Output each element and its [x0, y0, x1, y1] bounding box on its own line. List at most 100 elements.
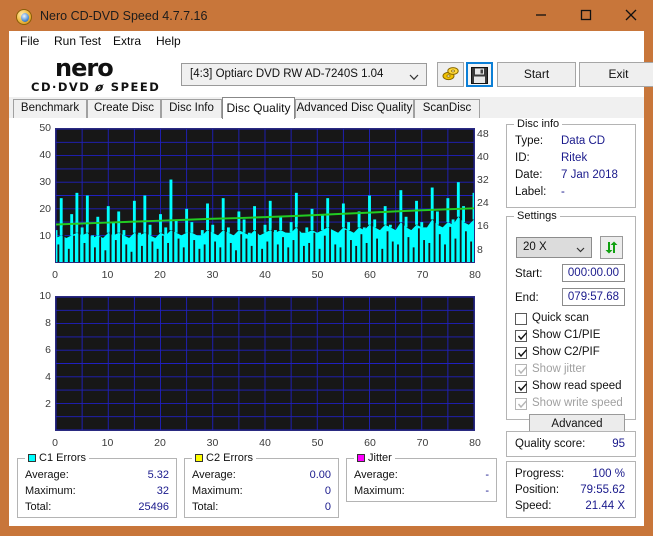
settings-group: Settings 20 X Start: 000:00.00 End: 079:… [506, 210, 636, 434]
checkmark-icon [517, 349, 528, 358]
jitter-legend-text: Jitter [368, 452, 392, 464]
position-label: Position: [515, 484, 560, 496]
toolbar: nero CD·DVD ø SPEED [4:3] Optiarc DVD RW… [9, 53, 653, 98]
app-icon [16, 9, 32, 25]
x-tick: 70 [416, 269, 429, 281]
drive-selector[interactable]: [4:3] Optiarc DVD RW AD-7240S 1.04 [181, 63, 427, 86]
jitter-average-label: Average: [354, 469, 398, 481]
c1-maximum-value: 32 [156, 485, 169, 497]
c2-maximum-label: Maximum: [192, 485, 243, 497]
x-tick: 50 [311, 269, 324, 281]
progress-value: 100 % [592, 468, 625, 480]
c1-chart-x-axis: 0 10 20 30 40 50 60 70 80 [52, 267, 481, 283]
refresh-arrows-icon [605, 241, 618, 254]
save-button[interactable] [466, 62, 493, 87]
x-tick: 60 [364, 269, 376, 281]
c1-chart-canvas [54, 128, 478, 263]
c1-errors-chart: 50 40 30 20 10 48 40 32 24 16 8 0 10 20 [17, 120, 497, 285]
jitter-average-value: - [485, 469, 489, 481]
c2-average-label: Average: [192, 469, 236, 481]
x-tick: 10 [101, 269, 114, 281]
scan-end-field[interactable]: 079:57.68 [562, 288, 625, 306]
eject-disc-icon [442, 67, 459, 81]
disc-date-value: 7 Jan 2018 [561, 169, 618, 181]
c2-maximum-value: 0 [324, 485, 331, 497]
speed-selector-value: 20 X [523, 241, 547, 253]
chevron-down-icon [576, 244, 585, 256]
refresh-button[interactable] [600, 236, 623, 259]
menu-help[interactable]: Help [151, 34, 186, 50]
menu-run-test[interactable]: Run Test [49, 34, 106, 50]
table-row: Average: - [354, 469, 489, 483]
y-tick: 8 [45, 317, 51, 329]
start-button[interactable]: Start [497, 62, 576, 87]
jitter-legend: Jitter [354, 452, 395, 464]
minimize-button[interactable] [518, 0, 563, 30]
y2-tick: 48 [477, 127, 489, 140]
tab-benchmark[interactable]: Benchmark [13, 99, 87, 118]
jitter-maximum-value: - [485, 485, 489, 497]
table-row: Average: 0.00 [192, 469, 331, 483]
close-button[interactable] [608, 0, 653, 30]
logo-tagline-right: SPEED [110, 80, 161, 94]
x-tick: 40 [259, 437, 271, 449]
checkmark-icon [517, 383, 528, 392]
tab-disc-info[interactable]: Disc Info [161, 99, 222, 118]
tab-create-disc[interactable]: Create Disc [87, 99, 161, 118]
floppy-save-icon [471, 67, 488, 84]
checkbox-label: Show read speed [532, 380, 622, 392]
checkbox-box-icon [515, 347, 528, 359]
logo-tagline-left: CD·DVD [31, 80, 91, 94]
y-tick: 40 [39, 149, 51, 161]
scan-start-field[interactable]: 000:00.00 [562, 264, 625, 282]
tab-advanced-disc-quality[interactable]: Advanced Disc Quality [295, 99, 414, 118]
c1-total-value: 25496 [138, 501, 169, 513]
tabstrip: Benchmark Create Disc Disc Info Disc Qua… [9, 97, 644, 119]
c2-legend-text: C2 Errors [206, 452, 254, 464]
table-row: Maximum: 32 [25, 485, 169, 499]
quality-score-value: 95 [612, 438, 625, 450]
c2-total-value: 0 [324, 501, 331, 513]
tab-scandisc[interactable]: ScanDisc [414, 99, 480, 118]
disc-type-value: Data CD [561, 135, 606, 147]
menu-extra[interactable]: Extra [108, 34, 146, 50]
maximize-button[interactable] [563, 0, 608, 30]
y-tick: 20 [39, 203, 51, 215]
jitter-stats: Jitter Average: - Maximum: - [346, 452, 497, 502]
c2-average-value: 0.00 [309, 469, 331, 481]
exit-button[interactable]: Exit [579, 62, 653, 87]
table-row: Average: 5.32 [25, 469, 169, 483]
checkbox-label: Show C1/PIE [532, 329, 601, 341]
y-tick: 6 [45, 344, 51, 356]
drive-selector-value: [4:3] Optiarc DVD RW AD-7240S 1.04 [190, 68, 384, 80]
c1-chart-y2-axis: 48 40 32 24 16 8 [477, 128, 497, 263]
nero-logo: nero CD·DVD ø SPEED [31, 54, 181, 96]
x-tick: 40 [259, 269, 271, 281]
menu-file[interactable]: File [15, 34, 44, 50]
jitter-maximum-label: Maximum: [354, 485, 405, 497]
c2-chart-canvas [55, 296, 475, 431]
c2-chart-y-axis: 10 8 6 4 2 [17, 290, 51, 431]
c1-total-label: Total: [25, 501, 52, 513]
disc-label-value: - [561, 186, 565, 198]
checkbox-box-icon [515, 381, 528, 393]
c1-maximum-label: Maximum: [25, 485, 76, 497]
speed-selector[interactable]: 20 X [516, 237, 592, 258]
tab-disc-quality[interactable]: Disc Quality [222, 97, 295, 119]
jitter-color-swatch-icon [357, 454, 365, 462]
position-value: 79:55.62 [580, 484, 625, 496]
checkbox-box-icon [515, 364, 528, 376]
x-tick: 50 [311, 437, 324, 449]
y-tick: 30 [39, 176, 51, 188]
c1-average-label: Average: [25, 469, 69, 481]
c2-color-swatch-icon [195, 454, 203, 462]
quality-score-label: Quality score: [515, 438, 586, 450]
eject-disc-button[interactable] [437, 62, 464, 87]
progress-label: Progress: [515, 468, 565, 480]
speed-value: 21.44 X [585, 500, 625, 512]
x-tick: 60 [364, 437, 376, 449]
maximize-icon [580, 9, 591, 21]
disc-date-label: Date: [515, 169, 543, 181]
table-row: Maximum: - [354, 485, 489, 499]
y-tick: 50 [39, 122, 51, 134]
